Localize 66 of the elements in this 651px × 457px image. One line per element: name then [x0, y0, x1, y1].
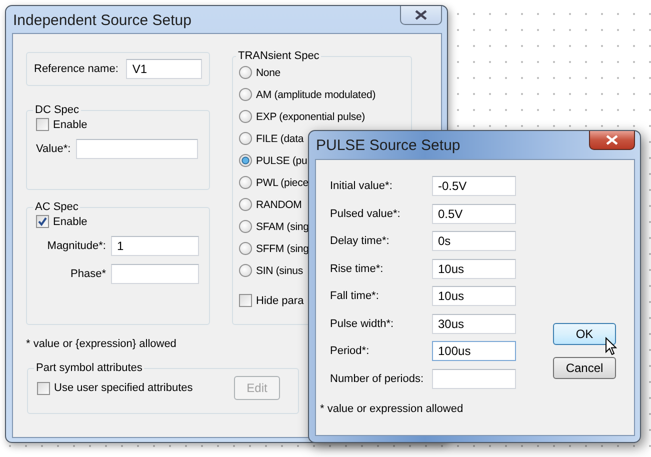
group-title: Part symbol attributes: [35, 362, 144, 374]
radio-button[interactable]: [239, 66, 252, 79]
radio-button[interactable]: [239, 88, 252, 101]
window-title: Independent Source Setup: [13, 11, 192, 29]
close-button[interactable]: [589, 131, 635, 150]
checkbox[interactable]: [239, 294, 252, 307]
radio-label: None: [256, 66, 281, 78]
checkbox[interactable]: [36, 118, 49, 131]
group-title: AC Spec: [34, 201, 80, 213]
input-field[interactable]: 10us: [432, 258, 516, 278]
input-field[interactable]: [432, 368, 516, 388]
footnote-text: * value or expression allowed: [320, 402, 464, 414]
radio-label: EXP (exponential pulse): [256, 110, 366, 122]
input-field[interactable]: V1: [126, 59, 202, 79]
field-label: Pulsed value*:: [330, 208, 402, 220]
checkbox-label: Hide para: [256, 294, 304, 306]
radio-button[interactable]: [239, 242, 252, 255]
close-icon: [606, 135, 618, 145]
input-field[interactable]: 10us: [432, 286, 516, 306]
radio-label: SIN (sinus: [256, 264, 303, 276]
window-title: PULSE Source Setup: [316, 136, 460, 154]
radio-button[interactable]: [239, 220, 252, 233]
field-label: Delay time*:: [330, 235, 390, 247]
checkbox[interactable]: [37, 382, 50, 394]
field-label: Magnitude*:: [46, 240, 106, 252]
group-title: TRANsient Spec: [237, 50, 320, 62]
ok-button[interactable]: OK: [553, 323, 616, 345]
input-field[interactable]: 30us: [432, 314, 516, 334]
radio-label: PULSE (pu: [256, 154, 308, 166]
field-label: Initial value*:: [330, 180, 394, 192]
radio-label: RANDOM: [256, 198, 302, 210]
checkbox-label: Use user specified attributes: [54, 382, 193, 394]
cancel-button[interactable]: Cancel: [553, 357, 616, 379]
radio-button[interactable]: [239, 154, 252, 167]
radio-button[interactable]: [239, 132, 252, 145]
input-field[interactable]: [111, 264, 199, 284]
field-label: Rise time*:: [330, 262, 384, 274]
radio-label: PWL (piece: [256, 176, 308, 188]
input-field[interactable]: 100us: [432, 341, 516, 361]
input-field[interactable]: [76, 139, 198, 159]
footnote-text: * value or {expression} allowed: [26, 338, 178, 350]
radio-label: SFAM (sing: [256, 220, 309, 232]
input-field[interactable]: 1: [111, 236, 199, 256]
field-label: Reference name:: [34, 63, 118, 75]
field-label: Pulse width*:: [330, 318, 395, 330]
checkbox-label: Enable: [53, 216, 88, 228]
radio-button[interactable]: [239, 176, 252, 189]
radio-label: FILE (data: [256, 132, 304, 144]
checkbox[interactable]: [36, 215, 49, 228]
field-label: Phase*: [70, 268, 106, 280]
field-label: Fall time*:: [330, 290, 380, 302]
cursor-icon: [605, 337, 617, 356]
input-field[interactable]: -0.5V: [432, 176, 516, 196]
field-label: Number of periods:: [330, 372, 425, 384]
input-field[interactable]: 0s: [432, 231, 516, 251]
radio-label: AM (amplitude modulated): [256, 88, 376, 100]
field-label: Period*:: [330, 345, 370, 357]
radio-button[interactable]: [239, 264, 252, 277]
group-title: DC Spec: [34, 104, 80, 116]
radio-button[interactable]: [239, 198, 252, 211]
radio-button[interactable]: [239, 110, 252, 123]
input-field[interactable]: 0.5V: [432, 204, 516, 224]
checkbox-label: Enable: [53, 118, 88, 130]
close-icon: [415, 10, 427, 20]
field-label: Value*:: [36, 143, 71, 155]
radio-label: SFFM (sing: [256, 242, 309, 254]
